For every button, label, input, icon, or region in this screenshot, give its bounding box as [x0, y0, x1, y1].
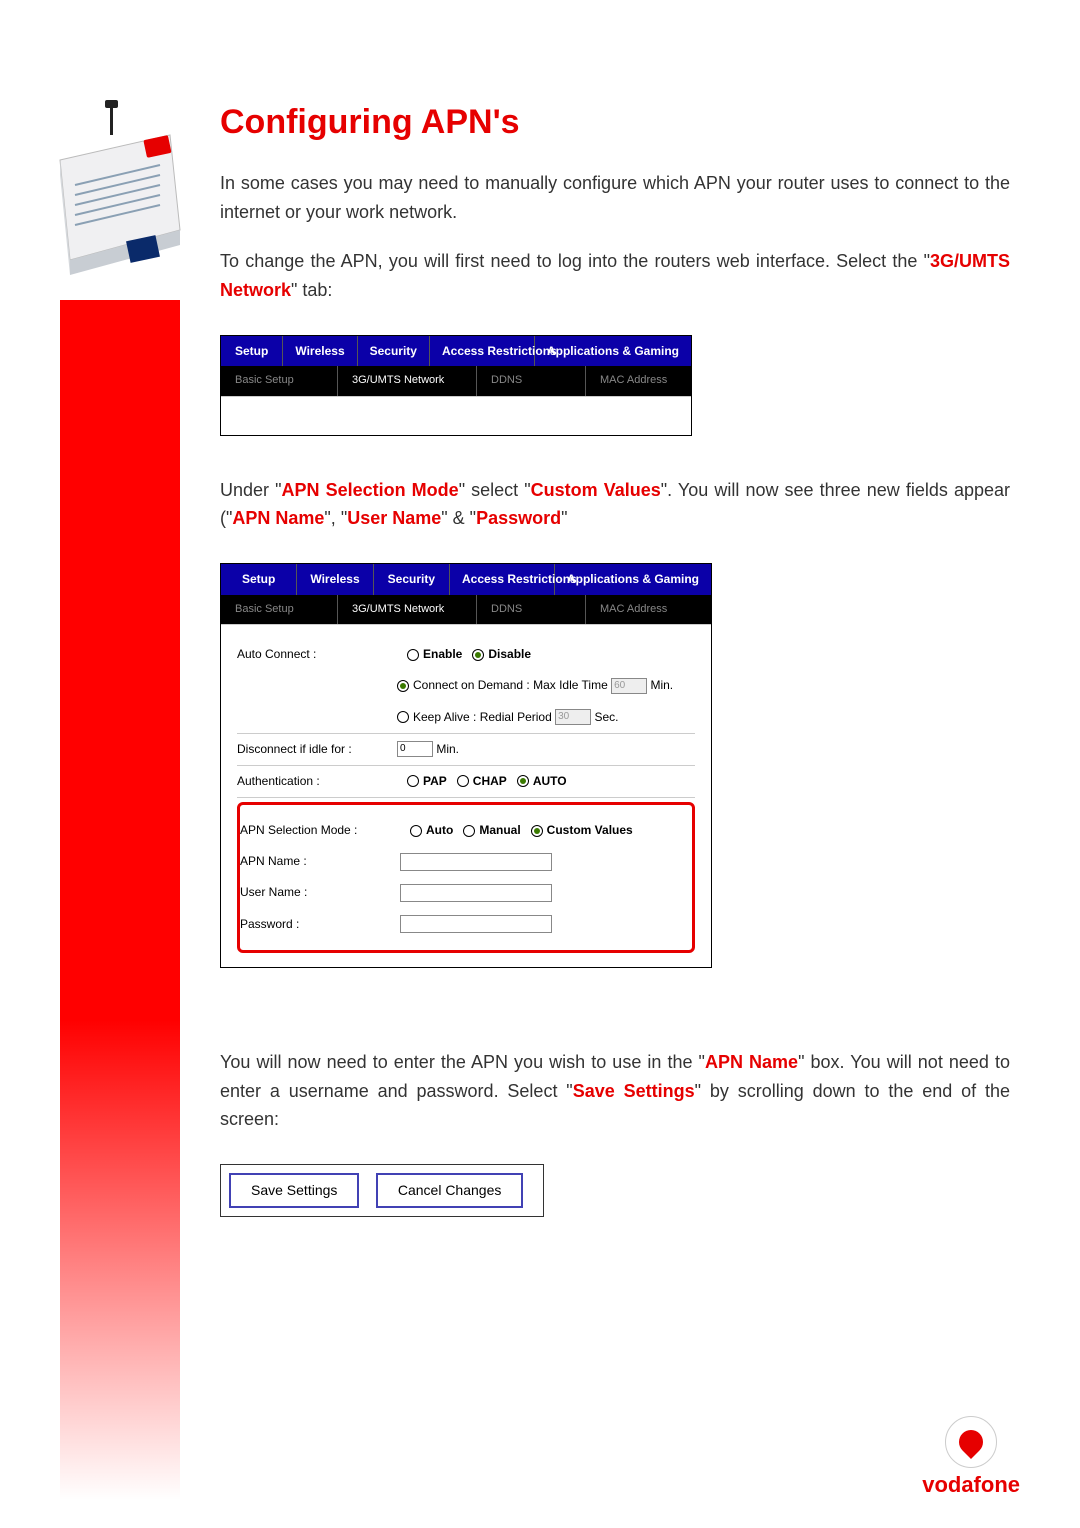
subtab-basic: Basic Setup — [221, 366, 338, 396]
tab-wireless-2: Wireless — [297, 564, 373, 594]
enable-radio[interactable] — [407, 649, 419, 661]
password-label: Password : — [240, 915, 400, 934]
apn-auto-radio[interactable] — [410, 825, 422, 837]
auto-radio[interactable] — [517, 775, 529, 787]
cancel-changes-button[interactable]: Cancel Changes — [376, 1173, 524, 1207]
tabs-screenshot-2: Setup Wireless Security Access Restricti… — [220, 563, 712, 968]
subtab-mac: MAC Address — [586, 366, 691, 396]
redial-input[interactable]: 30 — [555, 709, 591, 725]
vodafone-logo: vodafone — [922, 1416, 1020, 1498]
custom-values-highlight: APN Selection Mode : Auto Manual Custom … — [237, 802, 695, 953]
subtab-ddns: DDNS — [477, 366, 586, 396]
tab-access-2: Access Restrictions — [450, 564, 555, 594]
tab-apps: Applications & Gaming — [535, 336, 691, 366]
keep-alive-radio[interactable] — [397, 711, 409, 723]
auth-label: Authentication : — [237, 772, 397, 791]
chap-radio[interactable] — [457, 775, 469, 787]
apn-name-input[interactable] — [400, 853, 552, 871]
tab-wireless: Wireless — [283, 336, 357, 366]
router-illustration — [40, 100, 190, 280]
idle-time-input[interactable]: 60 — [611, 678, 647, 694]
instruction-paragraph-1: To change the APN, you will first need t… — [220, 247, 1010, 305]
subtab-ddns-2: DDNS — [477, 595, 586, 625]
user-name-label: User Name : — [240, 883, 400, 902]
auto-connect-label: Auto Connect : — [237, 645, 397, 664]
password-input[interactable] — [400, 915, 552, 933]
tab-security-2: Security — [374, 564, 450, 594]
red-gradient-band — [60, 300, 180, 1500]
vodafone-text: vodafone — [922, 1472, 1020, 1498]
tab-apps-2: Applications & Gaming — [555, 564, 711, 594]
apn-name-label: APN Name : — [240, 852, 400, 871]
tab-security: Security — [358, 336, 430, 366]
user-name-input[interactable] — [400, 884, 552, 902]
pap-radio[interactable] — [407, 775, 419, 787]
subtab-mac-2: MAC Address — [586, 595, 711, 625]
save-settings-button[interactable]: Save Settings — [229, 1173, 359, 1207]
subtab-3g-2: 3G/UMTS Network — [338, 595, 477, 625]
disconnect-label: Disconnect if idle for : — [237, 740, 397, 759]
tab-access: Access Restrictions — [430, 336, 535, 366]
instruction-paragraph-3: You will now need to enter the APN you w… — [220, 1048, 1010, 1134]
connect-on-demand-radio[interactable] — [397, 680, 409, 692]
disconnect-input[interactable]: 0 — [397, 741, 433, 757]
apn-manual-radio[interactable] — [463, 825, 475, 837]
subtab-3g: 3G/UMTS Network — [338, 366, 477, 396]
tab-setup-2: Setup — [221, 564, 297, 594]
instruction-paragraph-2: Under "APN Selection Mode" select "Custo… — [220, 476, 1010, 534]
intro-paragraph: In some cases you may need to manually c… — [220, 169, 1010, 227]
disable-radio[interactable] — [472, 649, 484, 661]
tabs-screenshot-1: Setup Wireless Security Access Restricti… — [220, 335, 692, 436]
apn-custom-radio[interactable] — [531, 825, 543, 837]
apn-mode-label: APN Selection Mode : — [240, 821, 400, 840]
page-title: Configuring APN's — [220, 95, 1010, 149]
subtab-basic-2: Basic Setup — [221, 595, 338, 625]
tab-setup: Setup — [221, 336, 283, 366]
save-buttons-screenshot: Save Settings Cancel Changes — [220, 1164, 544, 1216]
